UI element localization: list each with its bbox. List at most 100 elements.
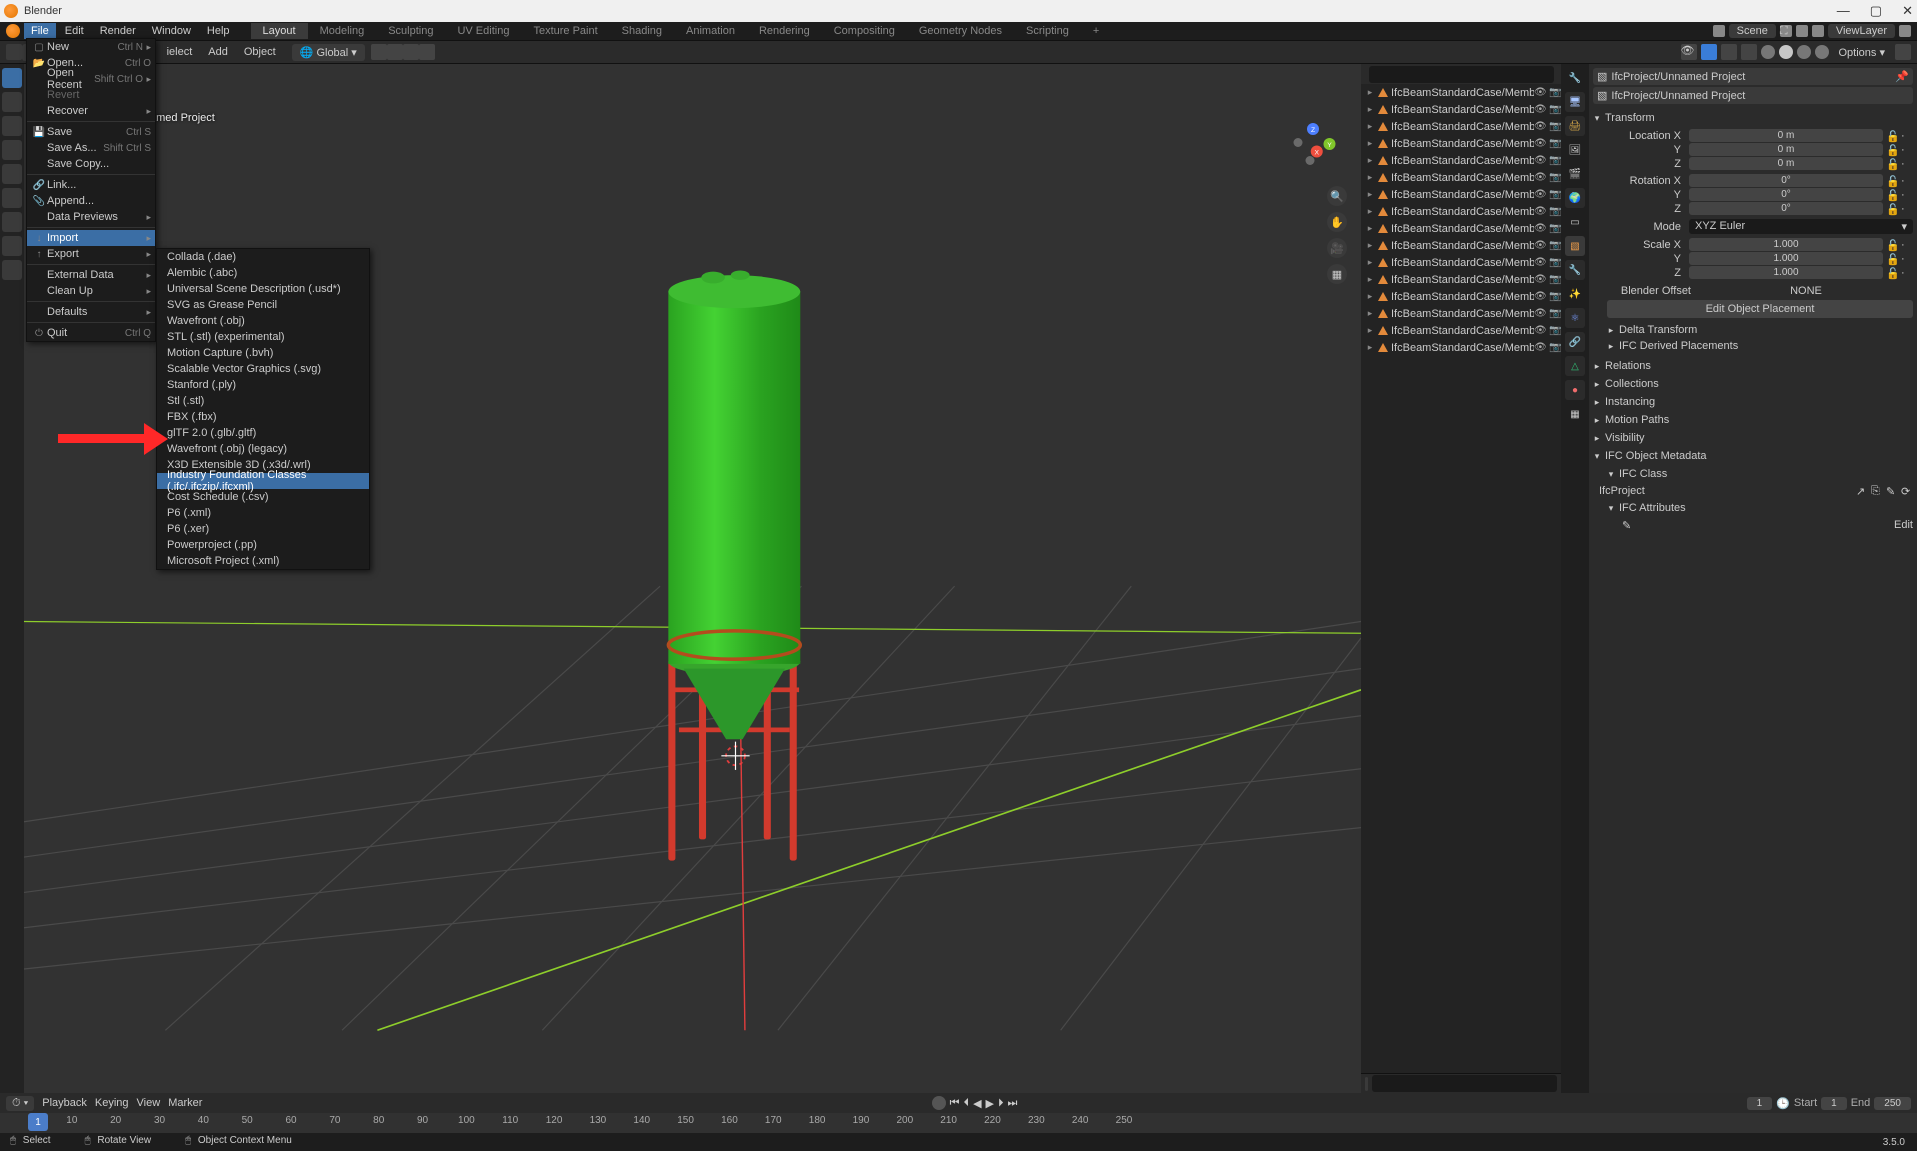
eye-icon[interactable]: 👁 bbox=[1534, 342, 1546, 354]
edit-label[interactable]: Edit bbox=[1894, 519, 1913, 531]
edit-placement-button[interactable]: Edit Object Placement bbox=[1607, 300, 1913, 318]
zoom-icon[interactable]: 🔍 bbox=[1327, 186, 1347, 206]
clock-icon[interactable]: 🕒 bbox=[1776, 1097, 1790, 1110]
camera-icon[interactable]: 📷 bbox=[1549, 325, 1561, 337]
play-rev-icon[interactable]: ◀ bbox=[973, 1097, 981, 1110]
eye-icon[interactable]: 👁 bbox=[1534, 189, 1546, 201]
camera-icon[interactable]: 📷 bbox=[1549, 223, 1561, 235]
editor-type-icon[interactable] bbox=[1365, 1077, 1368, 1091]
file-menu-quit[interactable]: ⏻QuitCtrl Q bbox=[27, 325, 155, 341]
import-stl[interactable]: STL (.stl) (experimental) bbox=[157, 329, 369, 345]
import-powerproject[interactable]: Powerproject (.pp) bbox=[157, 537, 369, 553]
camera-icon[interactable]: 📷 bbox=[1549, 189, 1561, 201]
menu-help[interactable]: Help bbox=[200, 23, 237, 39]
autokey-icon[interactable] bbox=[932, 1096, 946, 1110]
import-scalable[interactable]: Scalable Vector Graphics (.svg) bbox=[157, 361, 369, 377]
outliner-row[interactable]: ▸IfcBeamStandardCase/Member👁📷 bbox=[1361, 169, 1561, 186]
eye-icon[interactable]: 👁 bbox=[1534, 240, 1546, 252]
import-p6[interactable]: P6 (.xml) bbox=[157, 505, 369, 521]
tab-object[interactable]: ▧ bbox=[1565, 236, 1585, 256]
loc-y[interactable]: 0 m bbox=[1689, 143, 1883, 156]
scale-z[interactable]: 1.000 bbox=[1689, 266, 1883, 279]
workspace-modeling[interactable]: Modeling bbox=[308, 23, 377, 39]
link-icon[interactable]: ⛶ bbox=[1780, 25, 1792, 37]
frame-end[interactable]: 250 bbox=[1874, 1097, 1911, 1110]
minimize-button[interactable]: — bbox=[1837, 3, 1850, 19]
orientation-dropdown[interactable]: 🌐 Global ▾ bbox=[292, 44, 365, 61]
tab-texture[interactable]: ▦ bbox=[1565, 404, 1585, 424]
tab-physics[interactable]: ⚛ bbox=[1565, 308, 1585, 328]
eye-icon[interactable]: 👁 bbox=[1534, 87, 1546, 99]
maximize-button[interactable]: ▢ bbox=[1870, 3, 1882, 19]
camera-icon[interactable]: 📷 bbox=[1549, 240, 1561, 252]
camera-icon[interactable]: 📷 bbox=[1549, 308, 1561, 320]
menu-render[interactable]: Render bbox=[93, 23, 143, 39]
outliner-row[interactable]: ▸IfcBeamStandardCase/Member👁📷 bbox=[1361, 203, 1561, 220]
workspace-texture-paint[interactable]: Texture Paint bbox=[521, 23, 609, 39]
pencil-icon[interactable]: ✎ bbox=[1622, 519, 1634, 531]
outliner-row[interactable]: ▸IfcBeamStandardCase/Member👁📷 bbox=[1361, 118, 1561, 135]
file-menu-save-as-[interactable]: Save As...Shift Ctrl S bbox=[27, 140, 155, 156]
workspace-compositing[interactable]: Compositing bbox=[822, 23, 907, 39]
loc-x[interactable]: 0 m bbox=[1689, 129, 1883, 142]
import-fbx[interactable]: FBX (.fbx) bbox=[157, 409, 369, 425]
delta-transform-header[interactable]: ▸Delta Transform bbox=[1607, 322, 1913, 338]
tab-scene[interactable]: 🎬 bbox=[1565, 164, 1585, 184]
visibility-header[interactable]: ▸Visibility bbox=[1593, 430, 1913, 446]
file-menu-defaults[interactable]: Defaults▸ bbox=[27, 304, 155, 320]
camera-icon[interactable]: 📷 bbox=[1549, 274, 1561, 286]
outliner-row[interactable]: ▸IfcBeamStandardCase/Member👁📷 bbox=[1361, 237, 1561, 254]
scale-x[interactable]: 1.000 bbox=[1689, 238, 1883, 251]
snap-mode-icon[interactable] bbox=[403, 44, 419, 60]
tab-particle[interactable]: ✨ bbox=[1565, 284, 1585, 304]
import-collada[interactable]: Collada (.dae) bbox=[157, 249, 369, 265]
import-universal[interactable]: Universal Scene Description (.usd*) bbox=[157, 281, 369, 297]
workspace-rendering[interactable]: Rendering bbox=[747, 23, 822, 39]
instancing-header[interactable]: ▸Instancing bbox=[1593, 394, 1913, 410]
camera-icon[interactable]: 📷 bbox=[1549, 206, 1561, 218]
eye-icon[interactable]: 👁 bbox=[1534, 308, 1546, 320]
funnel-icon[interactable] bbox=[1895, 44, 1911, 60]
ifc-class-header[interactable]: ▾IFC Class bbox=[1593, 466, 1913, 482]
ifc-attributes-header[interactable]: ▾IFC Attributes bbox=[1593, 500, 1913, 516]
eye-icon[interactable]: 👁 bbox=[1534, 155, 1546, 167]
import-gltf[interactable]: glTF 2.0 (.glb/.gltf) bbox=[157, 425, 369, 441]
relations-header[interactable]: ▸Relations bbox=[1593, 358, 1913, 374]
tab-render[interactable]: 🖥 bbox=[1565, 92, 1585, 112]
outliner-row[interactable]: ▸IfcBeamStandardCase/Member👁📷 bbox=[1361, 135, 1561, 152]
outliner-row[interactable]: ▸IfcBeamStandardCase/Member👁📷 bbox=[1361, 305, 1561, 322]
workspace-animation[interactable]: Animation bbox=[674, 23, 747, 39]
scene-selector[interactable]: Scene bbox=[1729, 24, 1776, 38]
file-menu-clean-up[interactable]: Clean Up▸ bbox=[27, 283, 155, 299]
play-icon[interactable]: ▶ bbox=[986, 1097, 994, 1110]
copy-icon[interactable]: ⎘ bbox=[1871, 485, 1883, 497]
eye-icon[interactable]: 👁 bbox=[1534, 206, 1546, 218]
tl-menu-keying[interactable]: Keying bbox=[95, 1097, 129, 1109]
workspace-layout[interactable]: Layout bbox=[251, 23, 308, 39]
jump-end-icon[interactable]: ⏭ bbox=[1008, 1097, 1018, 1110]
hdr2-ielect[interactable]: ielect bbox=[161, 44, 199, 60]
workspace-scripting[interactable]: Scripting bbox=[1014, 23, 1081, 39]
hdr2-add[interactable]: Add bbox=[202, 44, 234, 60]
camera-icon[interactable]: 📷 bbox=[1549, 291, 1561, 303]
camera-icon[interactable]: 📷 bbox=[1549, 104, 1561, 116]
xray-icon[interactable] bbox=[1741, 44, 1757, 60]
pivot-icon[interactable] bbox=[371, 44, 387, 60]
search-input[interactable] bbox=[1372, 1075, 1557, 1092]
loc-z[interactable]: 0 m bbox=[1689, 157, 1883, 170]
tool-annotate[interactable] bbox=[2, 212, 22, 232]
tab-modifier[interactable]: 🔧 bbox=[1565, 260, 1585, 280]
import-p6[interactable]: P6 (.xer) bbox=[157, 521, 369, 537]
tl-menu-view[interactable]: View bbox=[137, 1097, 161, 1109]
shading-solid-icon[interactable] bbox=[1779, 45, 1793, 59]
3d-viewport[interactable]: amed Project Z Y X 🔍 ✋ 🎥 ▦ bbox=[24, 64, 1361, 1093]
import-microsoft[interactable]: Microsoft Project (.xml) bbox=[157, 553, 369, 569]
file-menu-export[interactable]: ↑Export▸ bbox=[27, 246, 155, 262]
pan-icon[interactable]: ✋ bbox=[1327, 212, 1347, 232]
camera-icon[interactable]: 📷 bbox=[1549, 342, 1561, 354]
camera-icon[interactable]: 📷 bbox=[1549, 172, 1561, 184]
tool-cursor[interactable] bbox=[2, 92, 22, 112]
eye-icon[interactable]: 👁 bbox=[1534, 274, 1546, 286]
import-wavefront[interactable]: Wavefront (.obj) bbox=[157, 313, 369, 329]
navigation-gizmo[interactable]: Z Y X bbox=[1283, 114, 1343, 174]
